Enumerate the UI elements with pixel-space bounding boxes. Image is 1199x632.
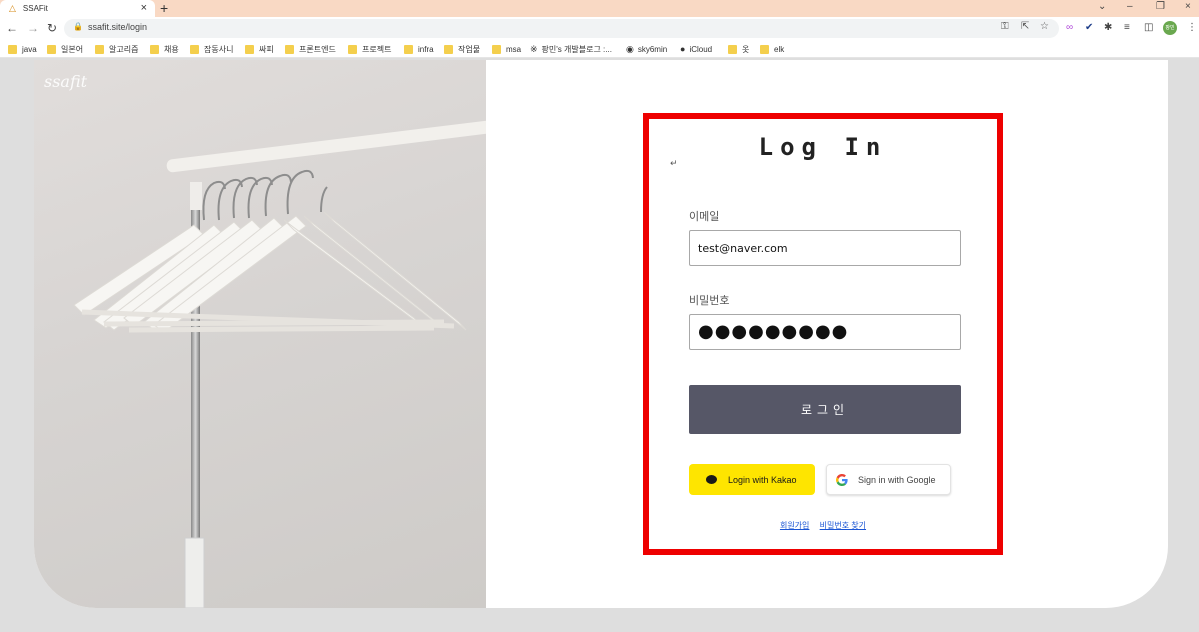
kakao-chat-icon — [706, 475, 717, 484]
bookmark-star-icon[interactable]: ☆ — [1040, 21, 1049, 32]
bookmark-item[interactable]: 잡동사니 — [190, 43, 233, 55]
bookmark-item[interactable]: ◉ sky6min — [626, 43, 667, 55]
password-key-icon[interactable]: ⚿ — [1001, 21, 1009, 32]
folder-icon — [8, 44, 17, 54]
bookmarks-bar: java 일본어 알고리즘 채용 잡동사니 싸피 프론트엔드 프로젝트 infr… — [0, 40, 1199, 58]
folder-icon — [444, 44, 453, 54]
folder-icon — [190, 44, 199, 54]
bookmark-item[interactable]: infra — [404, 43, 434, 55]
auth-links: 회원가입 비밀번호 찾기 — [649, 520, 997, 531]
folder-icon — [348, 44, 357, 54]
browser-tab[interactable]: △ SSAFit × — [0, 0, 155, 17]
return-arrow-icon: ↵ — [670, 158, 678, 168]
bookmark-item[interactable]: 싸피 — [245, 43, 274, 55]
email-field[interactable] — [689, 230, 961, 266]
close-tab-icon[interactable]: × — [141, 2, 147, 14]
lock-icon[interactable]: 🔒 — [73, 22, 83, 31]
apple-icon: ● — [680, 44, 686, 54]
site-favicon-icon: △ — [9, 3, 16, 13]
login-form: Log In ↵ 이메일 비밀번호 ●●●●●●●●● 로그인 Login wi… — [643, 113, 1003, 555]
menu-kebab-icon[interactable]: ⋮ — [1187, 21, 1197, 35]
minimize-icon[interactable]: – — [1127, 0, 1133, 14]
find-password-link[interactable]: 비밀번호 찾기 — [820, 521, 866, 530]
browser-toolbar: ← → ↻ 🔒 ssafit.site/login ⚿ ⇱ ☆ ∞ ✔ ✱ ≡ … — [0, 17, 1199, 40]
email-label: 이메일 — [689, 211, 720, 223]
blog-favicon-icon: ※ — [530, 43, 538, 54]
bookmark-item[interactable]: 채용 — [150, 43, 179, 55]
bookmark-item[interactable]: ● iCloud — [680, 43, 712, 55]
google-g-icon — [836, 473, 848, 486]
signup-link[interactable]: 회원가입 — [780, 521, 809, 530]
forward-icon[interactable]: → — [27, 20, 39, 36]
bookmark-item[interactable]: 프로젝트 — [348, 43, 391, 55]
folder-icon — [285, 44, 294, 54]
folder-icon — [95, 44, 104, 54]
folder-icon — [728, 44, 737, 54]
back-icon[interactable]: ← — [6, 20, 18, 36]
clothes-rack-illustration — [73, 120, 486, 608]
bookmark-item[interactable]: 옷 — [728, 43, 749, 55]
tab-title: SSAFit — [22, 4, 48, 13]
restore-icon[interactable]: ❐ — [1156, 0, 1165, 14]
password-label: 비밀번호 — [689, 295, 730, 307]
folder-icon — [245, 44, 254, 54]
new-tab-icon[interactable]: + — [160, 0, 168, 16]
share-icon[interactable]: ⇱ — [1021, 21, 1029, 32]
extension-infinity-icon[interactable]: ∞ — [1066, 21, 1073, 35]
folder-icon — [150, 44, 159, 54]
folder-icon — [404, 44, 413, 54]
bookmark-item[interactable]: 일본어 — [47, 43, 83, 55]
folder-icon — [760, 44, 769, 54]
google-login-label: Sign in with Google — [858, 474, 936, 485]
extension-check-icon[interactable]: ✔ — [1085, 21, 1093, 35]
page-title: Log In — [758, 133, 888, 161]
url-text[interactable]: ssafit.site/login — [88, 22, 147, 32]
side-panel-icon[interactable]: ◫ — [1144, 21, 1153, 35]
kakao-login-label: Login with Kakao — [728, 474, 797, 485]
bookmark-item[interactable]: 알고리즘 — [95, 43, 138, 55]
profile-avatar[interactable]: 팡민 — [1163, 21, 1177, 35]
login-card: ssafit Log In ↵ 이메일 비밀번호 ●●●●●●●●● 로그인 L… — [34, 60, 1168, 608]
bookmark-item[interactable]: java — [8, 43, 37, 55]
bookmark-item[interactable]: elk — [760, 43, 784, 55]
password-field[interactable]: ●●●●●●●●● — [689, 314, 961, 350]
tab-strip: △ SSAFit × + ⌄ – ❐ × — [0, 0, 1199, 17]
google-login-button[interactable]: Sign in with Google — [826, 464, 951, 495]
github-icon: ◉ — [626, 43, 634, 54]
bookmark-item[interactable]: 작업물 — [444, 43, 480, 55]
address-bar[interactable]: 🔒 ssafit.site/login ⚿ ⇱ ☆ — [64, 19, 1059, 38]
tab-search-chevron-icon[interactable]: ⌄ — [1098, 0, 1106, 14]
folder-icon — [47, 44, 56, 54]
bookmark-item[interactable]: 프론트엔드 — [285, 43, 336, 55]
bookmark-item[interactable]: msa — [492, 43, 521, 55]
bookmark-item[interactable]: ※ 팡민's 개발블로그 :... — [530, 43, 612, 55]
window-close-icon[interactable]: × — [1185, 0, 1191, 14]
reload-icon[interactable]: ↻ — [47, 20, 57, 36]
brand-logo: ssafit — [44, 72, 88, 91]
kakao-login-button[interactable]: Login with Kakao — [689, 464, 815, 495]
folder-icon — [492, 44, 501, 54]
extensions-puzzle-icon[interactable]: ✱ — [1104, 21, 1112, 35]
reading-list-icon[interactable]: ≡ — [1124, 21, 1130, 35]
hero-photo: ssafit — [34, 60, 486, 608]
login-button[interactable]: 로그인 — [689, 385, 961, 434]
